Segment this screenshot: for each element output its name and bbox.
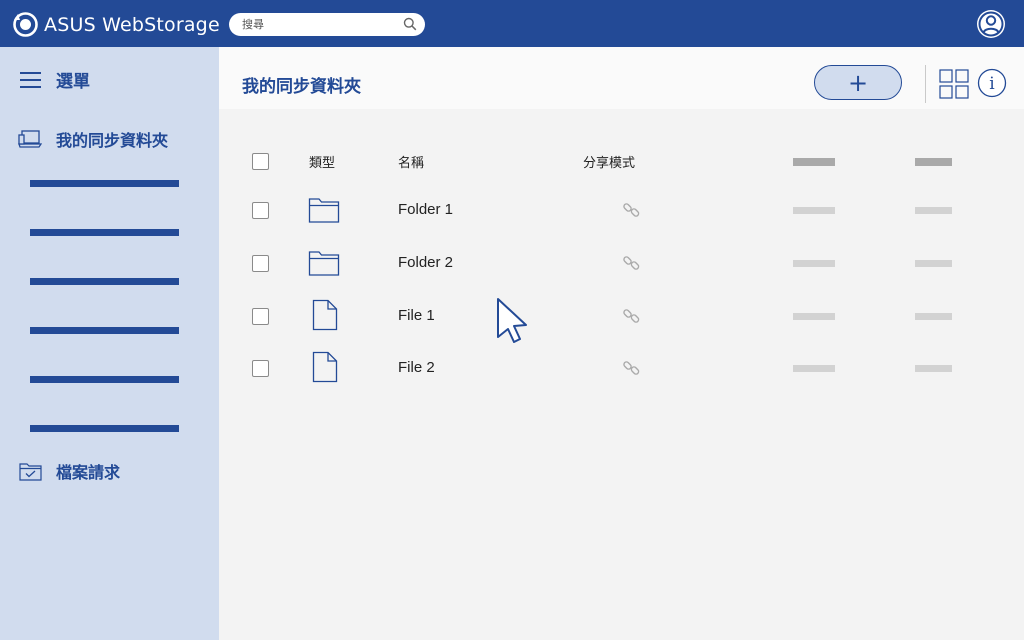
grid-view-icon[interactable] (939, 69, 969, 99)
sidebar-item-file-request-label: 檔案請求 (56, 463, 121, 482)
table-row[interactable]: File 1 (219, 296, 1024, 336)
user-avatar-icon[interactable] (975, 8, 1007, 40)
folder-icon (308, 251, 340, 276)
item-name[interactable]: File 2 (398, 359, 435, 376)
link-icon[interactable] (622, 306, 642, 326)
column-header-placeholder[interactable] (915, 158, 952, 166)
link-icon[interactable] (622, 358, 642, 378)
search-box[interactable] (229, 13, 425, 36)
row-placeholder (793, 313, 835, 320)
column-header-name[interactable]: 名稱 (398, 152, 424, 171)
main-header: 我的同步資料夾 + i (219, 47, 1024, 109)
row-placeholder (793, 260, 835, 267)
column-header-placeholder[interactable] (793, 158, 835, 166)
sidebar-subitem[interactable] (30, 376, 179, 383)
laptop-icon (18, 130, 42, 148)
row-checkbox[interactable] (252, 308, 269, 325)
top-bar: ASUS WebStorage (0, 0, 1024, 47)
link-icon[interactable] (622, 200, 642, 220)
column-header-share-mode[interactable]: 分享模式 (583, 152, 635, 171)
info-icon[interactable]: i (977, 68, 1007, 98)
info-icon-glyph: i (989, 74, 995, 94)
row-checkbox[interactable] (252, 360, 269, 377)
sidebar-subitem[interactable] (30, 278, 179, 285)
row-checkbox[interactable] (252, 202, 269, 219)
add-button-label: + (847, 68, 869, 97)
sidebar: 選單 我的同步資料夾 檔案請求 (0, 47, 219, 640)
item-name[interactable]: Folder 2 (398, 254, 453, 271)
search-input[interactable] (242, 13, 392, 36)
item-name[interactable]: Folder 1 (398, 201, 453, 218)
column-header-type[interactable]: 類型 (309, 152, 335, 171)
sidebar-item-sync-folder[interactable]: 我的同步資料夾 (18, 127, 168, 151)
mouse-cursor-icon (497, 298, 527, 343)
file-icon (312, 351, 338, 383)
folder-check-icon (19, 462, 42, 481)
row-placeholder (793, 365, 835, 372)
header-divider (925, 65, 926, 103)
sidebar-item-sync-folder-label: 我的同步資料夾 (56, 131, 169, 150)
hamburger-menu-icon (20, 71, 41, 88)
row-placeholder (793, 207, 835, 214)
sidebar-item-file-request[interactable]: 檔案請求 (19, 459, 120, 483)
page-title: 我的同步資料夾 (242, 77, 361, 97)
folder-icon (308, 198, 340, 223)
app-title: ASUS WebStorage (44, 13, 220, 36)
sidebar-subitem[interactable] (30, 180, 179, 187)
search-icon[interactable] (403, 17, 417, 31)
table-row[interactable]: Folder 1 (219, 190, 1024, 230)
row-placeholder (915, 365, 952, 372)
table-row[interactable]: File 2 (219, 348, 1024, 388)
row-placeholder (915, 313, 952, 320)
row-placeholder (915, 260, 952, 267)
table-row[interactable]: Folder 2 (219, 243, 1024, 283)
table-header-row: 類型 名稱 分享模式 (219, 141, 1024, 181)
row-checkbox[interactable] (252, 255, 269, 272)
sidebar-subitem[interactable] (30, 425, 179, 432)
app-logo[interactable]: ASUS WebStorage (12, 11, 220, 38)
item-name[interactable]: File 1 (398, 307, 435, 324)
sidebar-subitem[interactable] (30, 327, 179, 334)
select-all-checkbox[interactable] (252, 153, 269, 170)
asus-webstorage-logo-icon (13, 12, 38, 37)
file-icon (312, 299, 338, 331)
sidebar-subitem[interactable] (30, 229, 179, 236)
sidebar-menu-toggle[interactable]: 選單 (20, 67, 90, 92)
row-placeholder (915, 207, 952, 214)
menu-label: 選單 (56, 72, 90, 92)
link-icon[interactable] (622, 253, 642, 273)
add-button[interactable]: + (814, 65, 902, 100)
